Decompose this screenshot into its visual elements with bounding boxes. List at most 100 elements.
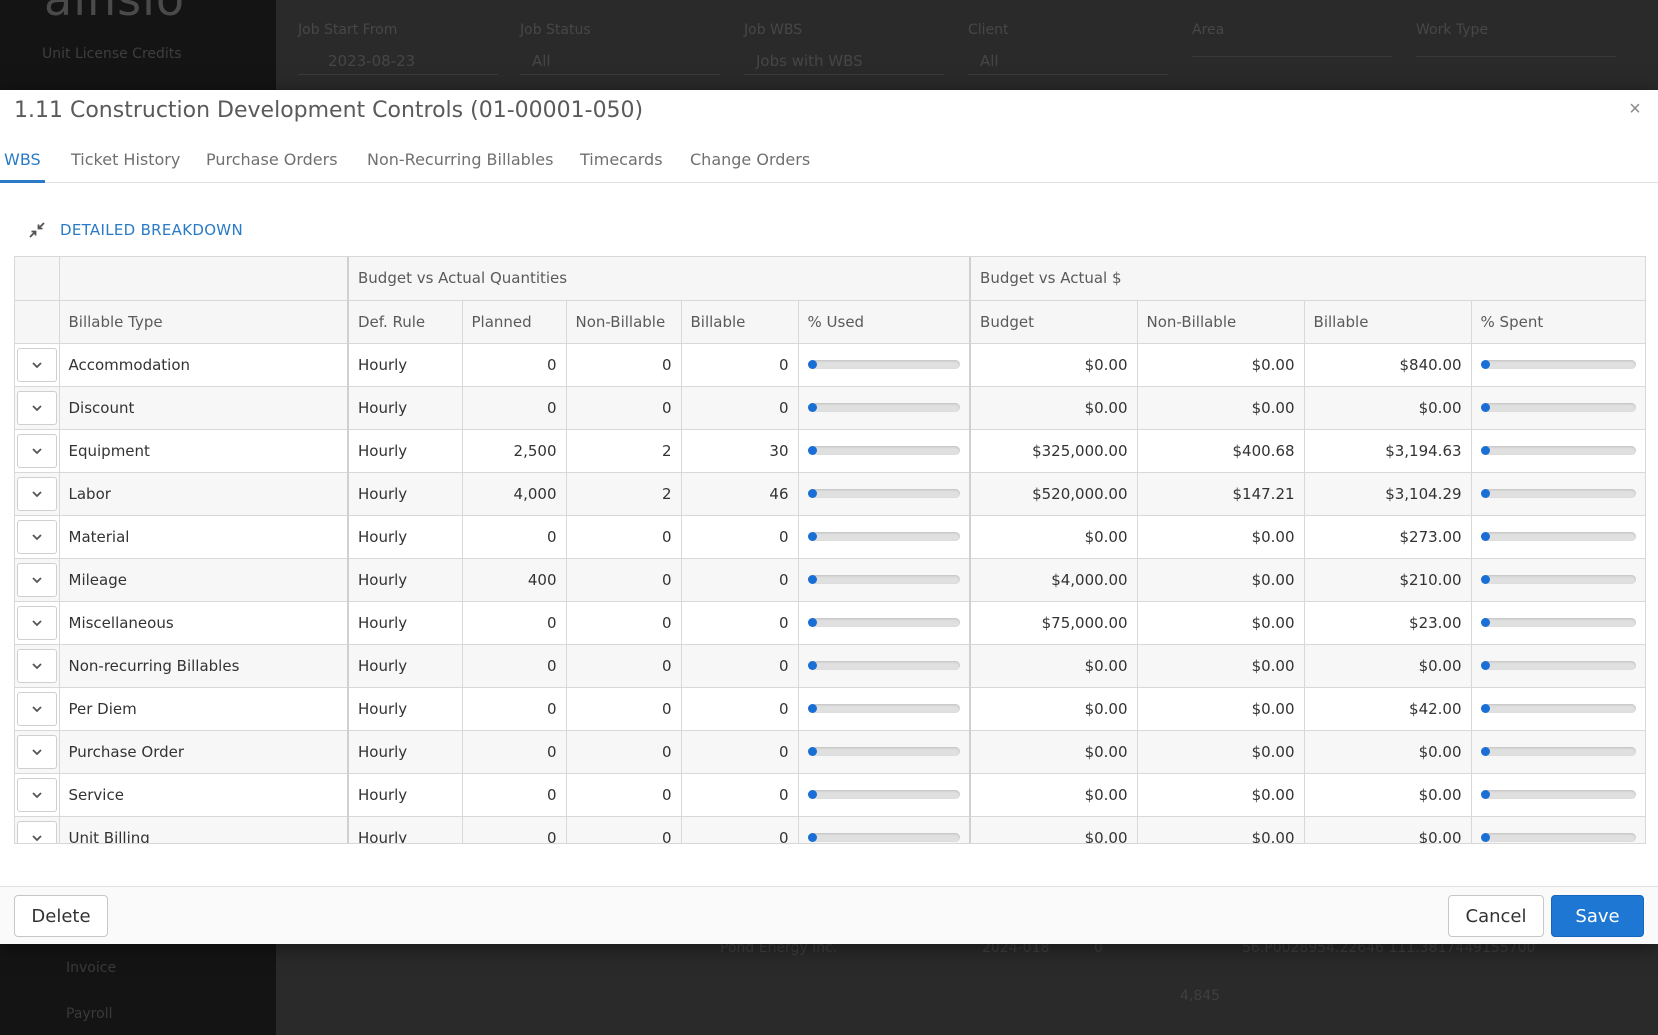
cell-billable: 0 [681, 343, 799, 387]
pct-used-fill [807, 833, 817, 842]
cell-pct-spent [1471, 644, 1645, 688]
row-expand-button[interactable] [16, 347, 57, 382]
cell-billable-type: Non-recurring Billables [59, 644, 349, 688]
column-header-pct-spent[interactable]: % Spent [1471, 300, 1645, 344]
row-expand-button[interactable] [16, 433, 57, 468]
cell-billable-money: $273.00 [1304, 515, 1472, 559]
row-expand-button[interactable] [16, 648, 57, 683]
chevron-down-icon [32, 447, 42, 454]
cell-billable-money: $840.00 [1304, 343, 1472, 387]
pct-spent-fill [1480, 532, 1490, 541]
row-expand-button[interactable] [16, 519, 57, 554]
delete-button[interactable]: Delete [14, 895, 108, 937]
cell-non-billable: 0 [566, 386, 682, 430]
close-icon[interactable]: × [1624, 98, 1646, 120]
pct-used-bar [807, 360, 961, 369]
save-button[interactable]: Save [1551, 895, 1644, 937]
modal-footer: Delete Cancel Save [0, 886, 1658, 944]
table-row: Non-recurring Billables Hourly 0 0 0 $0.00 $0.… [15, 644, 1645, 688]
row-expand-button[interactable] [16, 777, 57, 812]
column-header-pct-used[interactable]: % Used [798, 300, 971, 344]
tab-ticket-history[interactable]: Ticket History [67, 146, 184, 180]
wbs-modal: 1.11 Construction Development Controls (… [0, 90, 1658, 944]
chevron-down-icon [32, 705, 42, 712]
cell-non-billable: 0 [566, 687, 682, 731]
column-header-billable[interactable]: Billable [681, 300, 799, 344]
cell-pct-used [798, 558, 971, 602]
cell-planned: 2,500 [462, 429, 567, 473]
table-row: Service Hourly 0 0 0 $0.00 $0.00 $0.00 [15, 773, 1645, 817]
cell-billable-money: $42.00 [1304, 687, 1472, 731]
table-row: Labor Hourly 4,000 2 46 $520,000.00 $147.21 $3,… [15, 472, 1645, 516]
cell-budget: $0.00 [969, 515, 1138, 559]
pct-used-bar [807, 532, 961, 541]
table-row: Unit Billing Hourly 0 0 0 $0.00 $0.00 $0.00 [15, 816, 1645, 843]
pct-spent-fill [1480, 575, 1490, 584]
column-header-non-billable[interactable]: Non-Billable [566, 300, 682, 344]
bg-filter-label: Area [1192, 22, 1225, 38]
bg-filter-client: Client All [968, 22, 1168, 75]
row-expand-button[interactable] [16, 476, 57, 511]
detailed-breakdown-toggle[interactable]: DETAILED BREAKDOWN [28, 218, 243, 242]
cell-billable-money: $3,104.29 [1304, 472, 1472, 516]
column-header-non-billable-money[interactable]: Non-Billable [1137, 300, 1305, 344]
cell-planned: 0 [462, 601, 567, 645]
cell-billable-type: Per Diem [59, 687, 349, 731]
row-expand-button[interactable] [16, 562, 57, 597]
cell-planned: 0 [462, 343, 567, 387]
pct-used-bar [807, 833, 961, 842]
pct-used-fill [807, 446, 817, 455]
cell-def-rule: Hourly [348, 515, 463, 559]
column-header-billable-money[interactable]: Billable [1304, 300, 1472, 344]
cell-non-billable: 2 [566, 429, 682, 473]
cell-def-rule: Hourly [348, 343, 463, 387]
table-row: Discount Hourly 0 0 0 $0.00 $0.00 $0.00 [15, 386, 1645, 430]
cell-billable-type: Discount [59, 386, 349, 430]
cell-def-rule: Hourly [348, 644, 463, 688]
bg-filter-label: Work Type [1416, 22, 1489, 38]
column-header-budget[interactable]: Budget [969, 300, 1138, 344]
cell-billable-type: Accommodation [59, 343, 349, 387]
cell-planned: 400 [462, 558, 567, 602]
pct-used-fill [807, 704, 817, 713]
table-row: Purchase Order Hourly 0 0 0 $0.00 $0.00 $0.00 [15, 730, 1645, 774]
row-expand-button[interactable] [16, 820, 57, 843]
bg-filter-value: 2023-08-23 [298, 52, 498, 75]
tab-timecards[interactable]: Timecards [576, 146, 667, 180]
cell-billable-type: Miscellaneous [59, 601, 349, 645]
expand-cell [15, 343, 60, 387]
tab-wbs[interactable]: WBS [0, 146, 45, 183]
tab-purchase-orders[interactable]: Purchase Orders [202, 146, 342, 180]
chevron-down-icon [32, 662, 42, 669]
tab-change-orders[interactable]: Change Orders [686, 146, 814, 180]
bg-filter-label: Job Status [520, 22, 591, 38]
chevron-down-icon [32, 619, 42, 626]
row-expand-button[interactable] [16, 390, 57, 425]
expand-cell [15, 644, 60, 688]
row-expand-button[interactable] [16, 605, 57, 640]
pct-used-bar [807, 747, 961, 756]
column-header-billable-type[interactable]: Billable Type [59, 300, 349, 344]
tab-non-recurring-billables[interactable]: Non-Recurring Billables [363, 146, 557, 180]
cell-billable: 0 [681, 816, 799, 843]
pct-spent-bar [1480, 661, 1636, 670]
pct-used-fill [807, 747, 817, 756]
column-header-planned[interactable]: Planned [462, 300, 567, 344]
cancel-button[interactable]: Cancel [1448, 895, 1544, 937]
table-row: Equipment Hourly 2,500 2 30 $325,000.00 $400.6… [15, 429, 1645, 473]
column-header-def-rule[interactable]: Def. Rule [348, 300, 463, 344]
table-row: Miscellaneous Hourly 0 0 0 $75,000.00 $0.00 $23… [15, 601, 1645, 645]
cell-pct-spent [1471, 558, 1645, 602]
pct-used-fill [807, 360, 817, 369]
pct-spent-fill [1480, 833, 1490, 842]
cell-budget: $0.00 [969, 644, 1138, 688]
cell-pct-spent [1471, 601, 1645, 645]
cell-def-rule: Hourly [348, 472, 463, 516]
row-expand-button[interactable] [16, 691, 57, 726]
pct-used-bar [807, 704, 961, 713]
cell-def-rule: Hourly [348, 816, 463, 843]
column-header-expand [15, 300, 60, 344]
cell-planned: 4,000 [462, 472, 567, 516]
row-expand-button[interactable] [16, 734, 57, 769]
cell-def-rule: Hourly [348, 558, 463, 602]
